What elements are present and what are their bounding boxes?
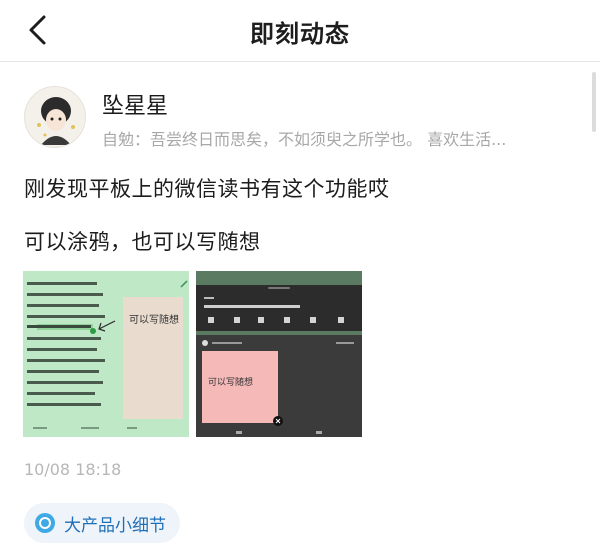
handwriting-text-1: 可以写随想 xyxy=(129,313,179,326)
post-image-2[interactable]: 可以写随想 xyxy=(196,271,362,437)
scrollbar[interactable] xyxy=(592,72,596,132)
topic-icon xyxy=(35,513,55,533)
author-bio: 自勉：吾尝终日而思矣，不如须臾之所学也。 喜欢生活... xyxy=(102,130,507,149)
handwriting-text-2: 可以写随想 xyxy=(208,376,253,388)
post-timestamp: 10/08 18:18 xyxy=(24,460,122,479)
topic-label: 大产品小细节 xyxy=(64,515,166,536)
avatar[interactable] xyxy=(24,86,86,148)
top-nav: 即刻动态 xyxy=(0,0,600,62)
post-text-line-2: 可以涂鸦，也可以写随想 xyxy=(24,230,261,254)
topic-tag[interactable]: 大产品小细节 xyxy=(24,503,180,543)
post-text-line-1: 刚发现平板上的微信读书有这个功能哎 xyxy=(24,177,390,201)
post-image-1[interactable]: 可以写随想 xyxy=(23,271,189,437)
author-name[interactable]: 坠星星 xyxy=(102,88,168,120)
page-title: 即刻动态 xyxy=(250,20,350,48)
